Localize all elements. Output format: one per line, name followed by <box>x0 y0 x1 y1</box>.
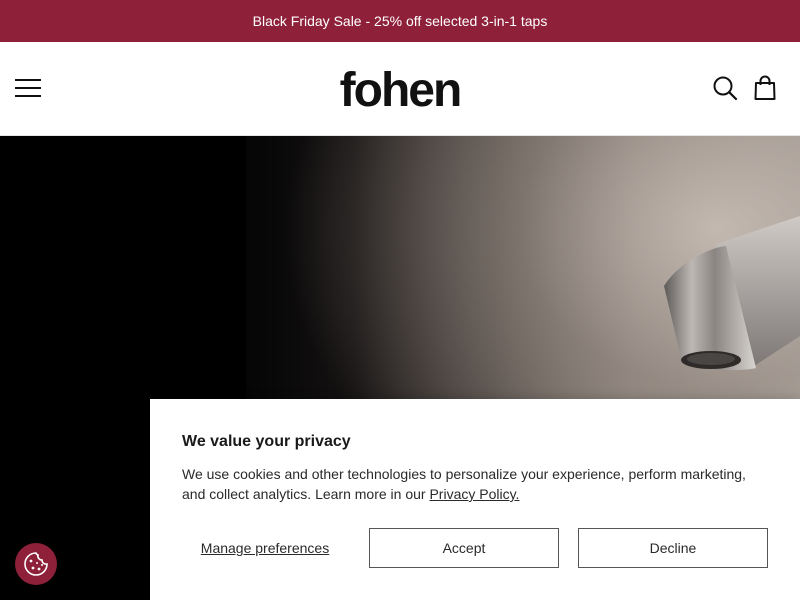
hamburger-menu-icon <box>15 79 41 97</box>
shopping-bag-icon <box>754 75 776 100</box>
cookie-settings-button[interactable] <box>15 543 57 585</box>
cookie-dialog-title: We value your privacy <box>182 433 351 450</box>
cookie-icon <box>24 552 48 576</box>
manage-preferences-link[interactable]: Manage preferences <box>182 528 348 568</box>
site-header: fohen <box>0 42 800 136</box>
accept-button[interactable]: Accept <box>369 528 559 568</box>
menu-button[interactable] <box>12 74 44 102</box>
site-logo[interactable]: fohen <box>329 62 471 118</box>
cookie-dialog-text: We use cookies and other technologies to… <box>182 464 772 504</box>
privacy-policy-link[interactable]: Privacy Policy. <box>429 486 519 502</box>
promo-text[interactable]: Black Friday Sale - 25% off selected 3-i… <box>253 13 548 29</box>
cart-button[interactable] <box>750 73 780 103</box>
search-icon <box>713 76 738 101</box>
decline-button[interactable]: Decline <box>578 528 768 568</box>
cookie-consent-dialog: We value your privacy We use cookies and… <box>150 399 800 600</box>
promo-banner: Black Friday Sale - 25% off selected 3-i… <box>0 0 800 42</box>
search-button[interactable] <box>710 73 740 103</box>
